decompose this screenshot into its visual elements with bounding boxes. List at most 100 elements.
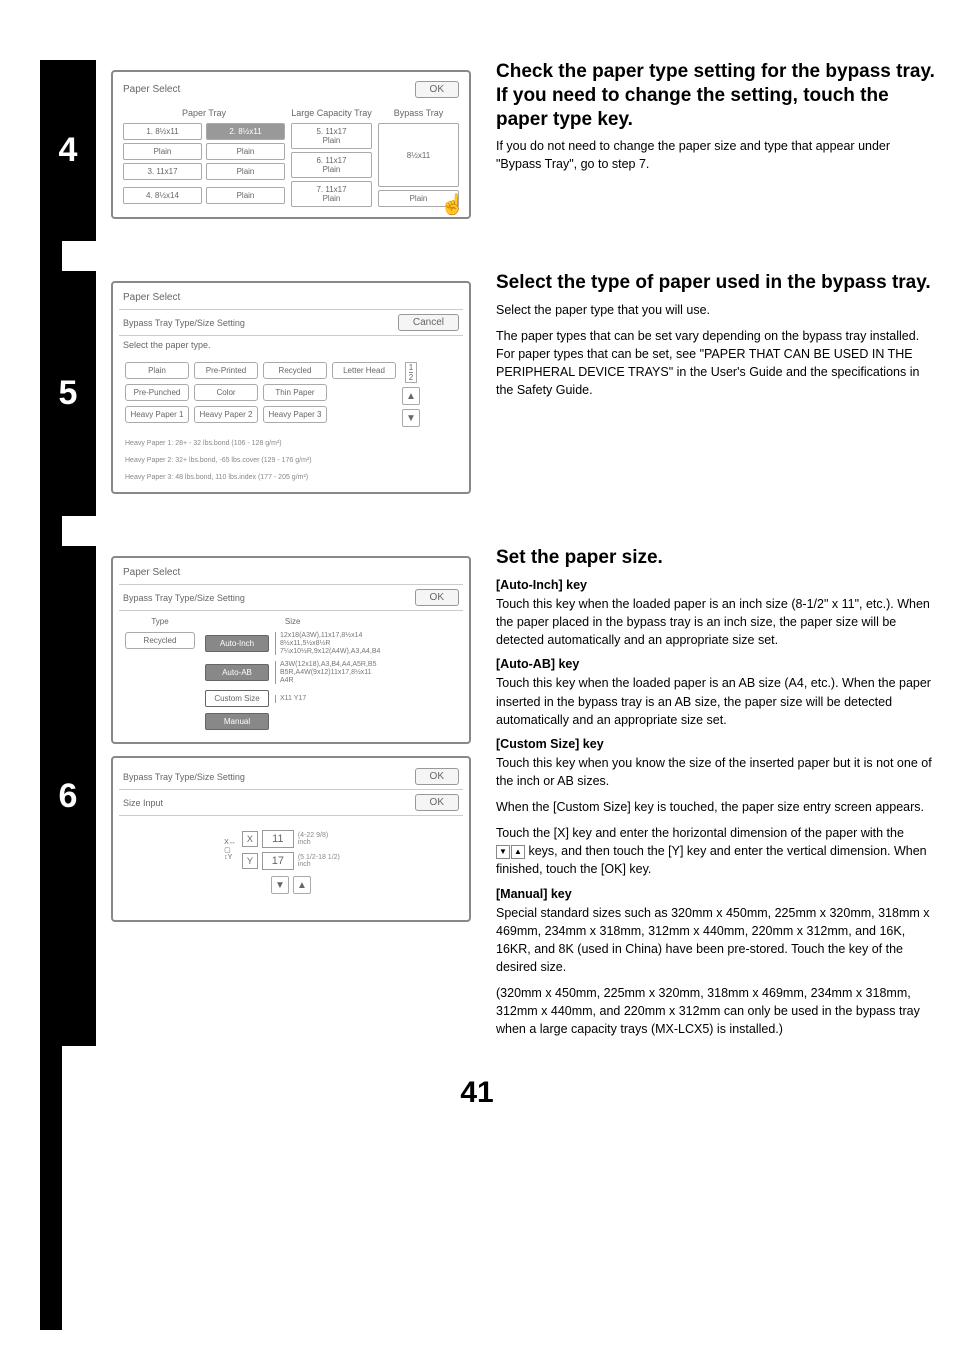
step-5-section: 5 Paper Select Bypass Tray Type/Size Set… — [40, 271, 954, 516]
auto-inch-text: Touch this key when the loaded paper is … — [496, 595, 936, 649]
custom-size-text-a: Touch this key when you know the size of… — [496, 754, 936, 790]
tray-5-size: 5. 11x17 — [316, 127, 346, 136]
custom-size-text-c-part1: Touch the [X] key and enter the horizont… — [496, 826, 904, 840]
instruction-text: Select the paper type. — [123, 340, 211, 350]
subtitle: Bypass Tray Type/Size Setting — [123, 593, 245, 603]
step-5-body-2: The paper types that can be set vary dep… — [496, 327, 936, 400]
auto-ab-button[interactable]: Auto-AB — [205, 664, 269, 681]
type-heading: Type — [125, 617, 195, 626]
auto-inch-key-label: [Auto-Inch] key — [496, 578, 936, 592]
tray-6-type: Plain — [323, 165, 341, 174]
type-letterhead[interactable]: Letter Head — [332, 362, 396, 379]
step-4-section: 4 Paper Select OK Paper Tray 1. 8½x11 2.… — [40, 60, 954, 241]
page-indicator: 1 2 — [405, 362, 417, 383]
decrease-button[interactable]: ▼ — [271, 876, 289, 894]
tray-1-type: Plain — [123, 143, 202, 160]
step-number-5: 5 — [40, 271, 96, 516]
custom-size-key-label: [Custom Size] key — [496, 737, 936, 751]
size-heading: Size — [205, 617, 380, 626]
x-value: 11 — [262, 830, 294, 848]
tray-7-type: Plain — [323, 194, 341, 203]
paper-tray-label: Paper Tray — [123, 108, 285, 118]
tray-3[interactable]: 3. 11x17 — [123, 163, 202, 180]
y-value: 17 — [262, 852, 294, 870]
step-number-6: 6 — [40, 546, 96, 1046]
tray-1[interactable]: 1. 8½x11 — [123, 123, 202, 140]
tray-7-size: 7. 11x17 — [316, 185, 346, 194]
step-5-heading: Select the type of paper used in the byp… — [496, 271, 936, 295]
increase-button[interactable]: ▲ — [293, 876, 311, 894]
tray-2-type: Plain — [206, 143, 285, 160]
size-input-label: Size Input — [123, 798, 163, 808]
manual-button[interactable]: Manual — [205, 713, 269, 730]
auto-ab-key-label: [Auto-AB] key — [496, 657, 936, 671]
subtitle: Bypass Tray Type/Size Setting — [123, 772, 245, 782]
scroll-down-button[interactable]: ▼ — [402, 409, 420, 427]
type-heavy3[interactable]: Heavy Paper 3 — [263, 406, 327, 423]
type-heavy1[interactable]: Heavy Paper 1 — [125, 406, 189, 423]
tray-5-type: Plain — [323, 136, 341, 145]
y-axis-button[interactable]: Y — [242, 853, 258, 869]
subtitle: Bypass Tray Type/Size Setting — [123, 318, 245, 328]
ok-button[interactable]: OK — [415, 589, 459, 606]
auto-inch-button[interactable]: Auto-Inch — [205, 635, 269, 652]
ok-button-2[interactable]: OK — [415, 794, 459, 811]
custom-size-text-c-part2: keys, and then touch the [Y] key and ent… — [496, 844, 927, 876]
step-6-heading: Set the paper size. — [496, 546, 936, 570]
custom-size-text-b: When the [Custom Size] key is touched, t… — [496, 798, 936, 816]
scroll-up-button[interactable]: ▲ — [402, 387, 420, 405]
manual-text-a: Special standard sizes such as 320mm x 4… — [496, 904, 936, 977]
type-thin[interactable]: Thin Paper — [263, 384, 327, 401]
page-number: 41 — [0, 1076, 954, 1110]
manual-text-b: (320mm x 450mm, 225mm x 320mm, 318mm x 4… — [496, 984, 936, 1038]
ok-button[interactable]: OK — [415, 81, 459, 98]
large-capacity-label: Large Capacity Tray — [291, 108, 372, 118]
step-5-body-1: Select the paper type that you will use. — [496, 301, 936, 319]
type-preprinted[interactable]: Pre-Printed — [194, 362, 258, 379]
y-range: (5 1/2-18 1/2) inch — [298, 854, 358, 868]
tray-2[interactable]: 2. 8½x11 — [206, 123, 285, 140]
custom-size-desc: X11 Y17 — [275, 695, 306, 703]
size-input-dialog: Bypass Tray Type/Size Setting OK Size In… — [111, 756, 471, 922]
step-6-section: 6 Paper Select Bypass Tray Type/Size Set… — [40, 546, 954, 1046]
footnote-1: Heavy Paper 1: 28+ - 32 lbs.bond (106 - … — [119, 435, 463, 452]
tray-7[interactable]: 7. 11x17 Plain — [291, 181, 372, 207]
step-number-4: 4 — [40, 60, 96, 241]
auto-ab-text: Touch this key when the loaded paper is … — [496, 674, 936, 728]
type-value[interactable]: Recycled — [125, 632, 195, 649]
type-heavy2[interactable]: Heavy Paper 2 — [194, 406, 258, 423]
tray-6[interactable]: 6. 11x17 Plain — [291, 152, 372, 178]
type-color[interactable]: Color — [194, 384, 258, 401]
up-down-keys-icon: ▼▲ — [496, 845, 525, 859]
custom-size-text-c: Touch the [X] key and enter the horizont… — [496, 824, 936, 878]
footnote-2: Heavy Paper 2: 32+ lbs.bond, -65 lbs.cov… — [119, 452, 463, 469]
tray-3-type: Plain — [206, 163, 285, 180]
step-4-body: If you do not need to change the paper s… — [496, 137, 936, 173]
type-prepunched[interactable]: Pre-Punched — [125, 384, 189, 401]
dialog-title: Paper Select — [123, 292, 180, 303]
manual-key-label: [Manual] key — [496, 887, 936, 901]
paper-select-dialog-5: Paper Select Bypass Tray Type/Size Setti… — [111, 281, 471, 494]
auto-ab-desc: A3W(12x18),A3,B4,A4,A5R,B5 B5R,A4W(9x12)… — [275, 661, 377, 684]
page-orientation-icon: X↔▢↕Y — [224, 839, 236, 861]
dialog-title: Paper Select — [123, 567, 180, 578]
ok-button-1[interactable]: OK — [415, 768, 459, 785]
tray-4[interactable]: 4. 8½x14 — [123, 187, 202, 204]
bypass-tray-label: Bypass Tray — [378, 108, 459, 118]
cancel-button[interactable]: Cancel — [398, 314, 459, 331]
size-setting-dialog: Paper Select Bypass Tray Type/Size Setti… — [111, 556, 471, 744]
paper-select-dialog-4: Paper Select OK Paper Tray 1. 8½x11 2. 8… — [111, 70, 471, 219]
type-plain[interactable]: Plain — [125, 362, 189, 379]
x-axis-button[interactable]: X — [242, 831, 258, 847]
touch-cursor-icon: ☝ — [440, 192, 465, 217]
auto-inch-desc: 12x18(A3W),11x17,8½x14 8½x11,5½x8½R 7¼x1… — [275, 632, 380, 655]
footnote-3: Heavy Paper 3: 48 lbs.bond, 110 lbs.inde… — [119, 469, 463, 486]
tray-4-type: Plain — [206, 187, 285, 204]
tray-5[interactable]: 5. 11x17 Plain — [291, 123, 372, 149]
x-range: (4-22 9/8) inch — [298, 832, 358, 846]
bypass-size[interactable]: 8½x11 — [378, 123, 459, 187]
custom-size-button[interactable]: Custom Size — [205, 690, 269, 707]
type-recycled[interactable]: Recycled — [263, 362, 327, 379]
dialog-title: Paper Select — [123, 84, 180, 95]
step-4-heading: Check the paper type setting for the byp… — [496, 60, 936, 131]
